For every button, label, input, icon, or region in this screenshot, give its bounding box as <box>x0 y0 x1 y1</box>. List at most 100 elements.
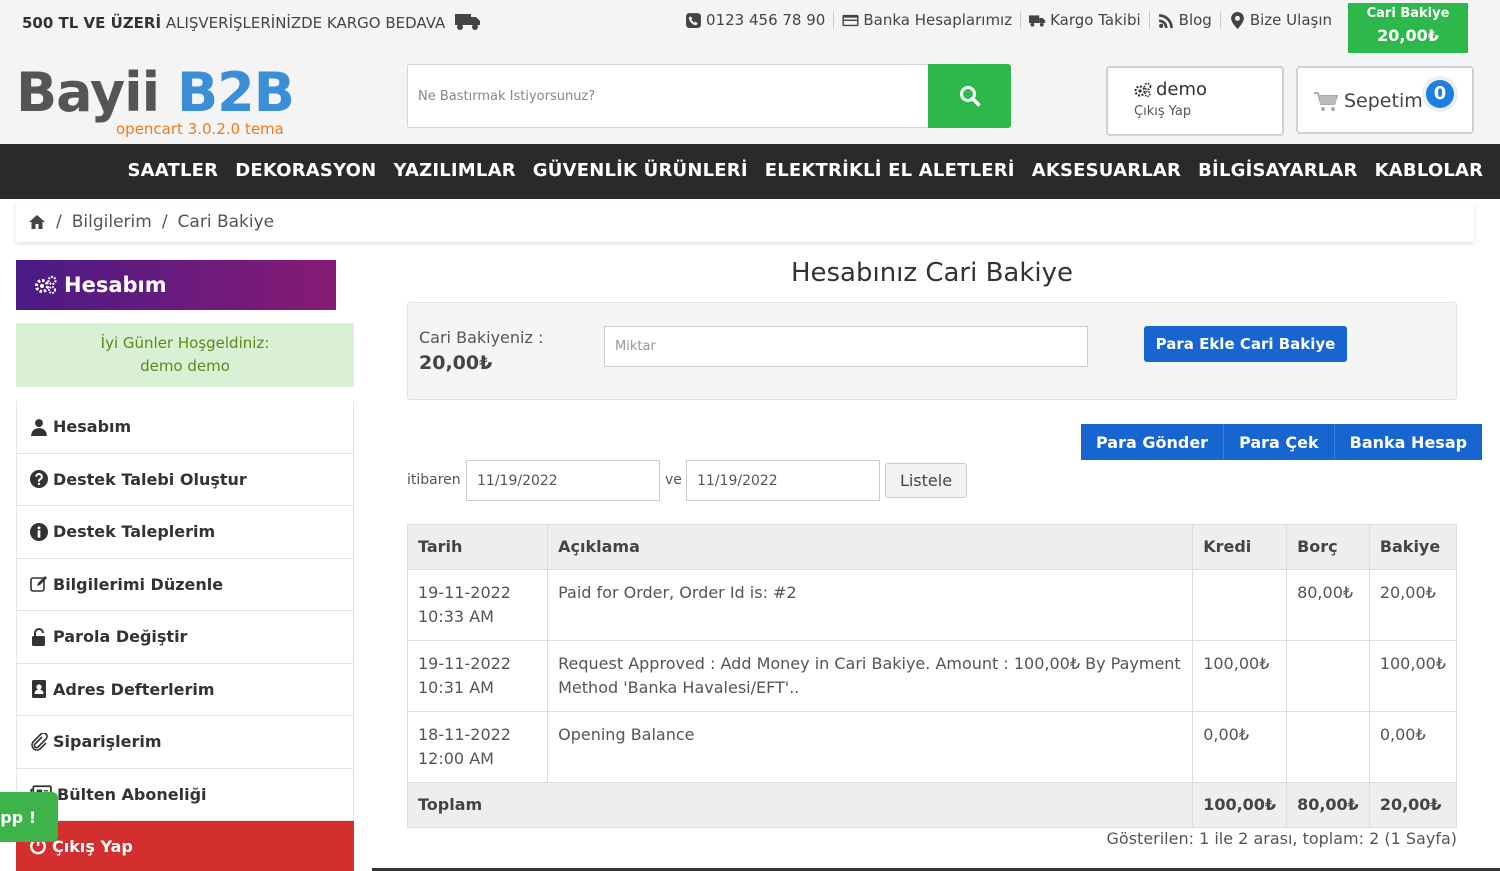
nav-item-guvenlik-urunleri[interactable]: GÜVENLİK ÜRÜNLERİ <box>524 160 756 181</box>
total-kredi: 100,00₺ <box>1192 782 1288 828</box>
sidebar-item-label: Destek Taleplerim <box>53 522 216 542</box>
sidebar-item-hesabim[interactable]: Hesabım <box>16 401 354 454</box>
withdraw-money-button[interactable]: Para Çek <box>1223 424 1334 460</box>
transactions-table: Tarih Açıklama Kredi Borç Bakiye 19-11-2… <box>406 524 1458 828</box>
nav-item-dekorasyon[interactable]: DEKORASYON <box>227 160 385 181</box>
sidebar-item-label: Çıkış Yap <box>52 836 133 856</box>
cart-box[interactable]: Sepetim 0 <box>1296 66 1474 134</box>
bank-accounts-link[interactable]: Banka Hesaplarımız <box>833 11 1020 29</box>
rss-icon <box>1158 13 1173 28</box>
promo-bold: 500 TL VE ÜZERİ <box>22 14 162 32</box>
nav-item-aksesuarlar[interactable]: AKSESUARLAR <box>1023 160 1189 181</box>
send-money-button[interactable]: Para Gönder <box>1081 424 1223 460</box>
table-row: 19-11-2022 10:33 AM Paid for Order, Order… <box>406 569 1458 641</box>
sidebar-item-label: Siparişlerim <box>53 732 162 752</box>
action-button-group: Para Gönder Para Çek Banka Hesap <box>1081 424 1483 460</box>
user-account-box[interactable]: demo Çıkış Yap <box>1106 66 1284 136</box>
sidebar-item-parola-degistir[interactable]: Parola Değiştir <box>16 611 354 664</box>
sidebar-item-label: Destek Talebi Oluştur <box>53 469 247 489</box>
cart-label: Sepetim <box>1344 90 1423 112</box>
welcome-box: İyi Günler Hoşgeldiniz: demo demo <box>16 323 354 387</box>
cell-kredi <box>1192 569 1288 641</box>
cell-date: 19-11-2022 10:33 AM <box>406 569 549 641</box>
blog-link[interactable]: Blog <box>1148 11 1220 29</box>
top-links: 0123 456 78 90 Banka Hesaplarımız Kargo … <box>677 11 1340 29</box>
add-money-button[interactable]: Para Ekle Cari Bakiye <box>1144 326 1347 362</box>
home-icon[interactable] <box>28 214 46 230</box>
balance-value: 20,00₺ <box>419 352 493 374</box>
cell-bakiye: 100,00₺ <box>1368 640 1458 712</box>
date-from-input[interactable] <box>466 460 660 501</box>
page-title: Hesabınız Cari Bakiye <box>790 258 1074 288</box>
bank-account-button[interactable]: Banka Hesap <box>1333 424 1482 460</box>
cart-count-badge: 0 <box>1426 80 1454 108</box>
sidebar-title: Hesabım <box>16 260 336 310</box>
breadcrumb-cari-bakiye[interactable]: Cari Bakiye <box>178 212 275 232</box>
sidebar-item-label: Bülten Aboneliği <box>57 784 207 804</box>
breadcrumb: / Bilgilerim / Cari Bakiye <box>16 202 1474 242</box>
nav-item-kablolar[interactable]: KABLOLAR <box>1366 160 1492 181</box>
cell-description: Opening Balance <box>547 711 1194 783</box>
date-to-input[interactable] <box>686 460 880 501</box>
logo-accent-text: B2B <box>176 61 295 124</box>
list-button[interactable]: Listele <box>885 463 967 498</box>
cell-date: 18-11-2022 12:00 AM <box>406 711 549 783</box>
cell-date-time: 10:31 AM <box>418 678 494 697</box>
search-button[interactable] <box>928 64 1011 128</box>
cell-kredi: 0,00₺ <box>1192 711 1288 783</box>
pagination-info: Gösterilen: 1 ile 2 arası, toplam: 2 (1 … <box>1106 829 1457 848</box>
free-shipping-promo: 500 TL VE ÜZERİ ALIŞVERİŞLERİNİZDE KARGO… <box>22 11 482 32</box>
logo-main-text: Bayii <box>16 61 160 124</box>
nav-item-elektrikli-el-aletleri[interactable]: ELEKTRİKLİ EL ALETLERİ <box>756 160 1023 181</box>
column-header-borc: Borç <box>1286 524 1370 570</box>
whatsapp-chat-button[interactable]: pp ! <box>0 792 58 842</box>
contact-link[interactable]: Bize Ulaşın <box>1219 11 1340 29</box>
account-menu: Hesabım Destek Talebi Oluştur Destek Tal… <box>16 401 354 871</box>
search-input[interactable] <box>408 65 930 127</box>
column-header-kredi: Kredi <box>1192 524 1288 570</box>
cell-bakiye: 20,00₺ <box>1368 569 1458 641</box>
nav-item-bilgisayarlar[interactable]: BİLGİSAYARLAR <box>1190 160 1367 181</box>
contact-label: Bize Ulaşın <box>1249 11 1332 29</box>
sidebar-item-cikis-yap[interactable]: Çıkış Yap <box>16 821 354 871</box>
cell-date-time: 10:33 AM <box>418 607 494 626</box>
sidebar-item-destek-talebi-olustur[interactable]: Destek Talebi Oluştur <box>16 453 354 506</box>
cell-bakiye: 0,00₺ <box>1368 711 1458 783</box>
credit-card-icon <box>842 14 859 26</box>
breadcrumb-separator: / <box>56 212 62 232</box>
sidebar-item-siparislerim[interactable]: Siparişlerim <box>16 716 354 769</box>
table-row: 18-11-2022 12:00 AM Opening Balance 0,00₺… <box>406 711 1458 783</box>
welcome-greeting: İyi Günler Hoşgeldiniz: <box>100 334 270 352</box>
shopping-cart-icon <box>1314 92 1338 111</box>
nav-item-yazilimlar[interactable]: YAZILIMLAR <box>385 160 524 181</box>
bank-accounts-label: Banka Hesaplarımız <box>863 11 1013 29</box>
paperclip-icon <box>31 732 48 751</box>
header: Bayii B2B opencart 3.0.2.0 tema demo Çık… <box>0 54 1500 144</box>
balance-panel: Cari Bakiyeniz : 20,00₺ Para Ekle Cari B… <box>407 302 1457 400</box>
whatsapp-label: pp ! <box>0 807 36 827</box>
nav-item-saatler[interactable]: SAATLER <box>119 160 227 181</box>
welcome-username: demo demo <box>140 357 230 375</box>
sidebar-item-label: Hesabım <box>53 417 132 437</box>
header-logout-link[interactable]: Çıkış Yap <box>1134 104 1191 119</box>
sidebar-item-adres-defterlerim[interactable]: Adres Defterlerim <box>16 663 354 716</box>
phone-link[interactable]: 0123 456 78 90 <box>677 11 833 29</box>
logo[interactable]: Bayii B2B <box>16 61 295 124</box>
filter-from-label: itibaren <box>407 472 461 488</box>
cell-description: Paid for Order, Order Id is: #2 <box>547 569 1194 641</box>
sidebar-title-text: Hesabım <box>64 273 167 297</box>
cargo-tracking-link[interactable]: Kargo Takibi <box>1020 11 1149 29</box>
column-header-bakiye: Bakiye <box>1368 524 1458 570</box>
cari-bakiye-badge[interactable]: Cari Bakiye 20,00₺ <box>1348 3 1468 53</box>
cell-date-day: 19-11-2022 <box>418 654 511 673</box>
cell-borc <box>1286 711 1370 783</box>
blog-label: Blog <box>1178 11 1212 29</box>
sidebar-item-bilgilerimi-duzenle[interactable]: Bilgilerimi Düzenle <box>16 558 354 611</box>
sidebar-item-bulten-aboneligi[interactable]: Bülten Aboneliği <box>16 768 354 821</box>
cargo-tracking-label: Kargo Takibi <box>1050 11 1141 29</box>
breadcrumb-bilgilerim[interactable]: Bilgilerim <box>72 212 152 232</box>
amount-input[interactable] <box>604 326 1088 367</box>
total-label: Toplam <box>406 782 1194 828</box>
sidebar-item-destek-taleplerim[interactable]: Destek Taleplerim <box>16 506 354 559</box>
table-total-row: Toplam 100,00₺ 80,00₺ 20,00₺ <box>406 782 1458 828</box>
